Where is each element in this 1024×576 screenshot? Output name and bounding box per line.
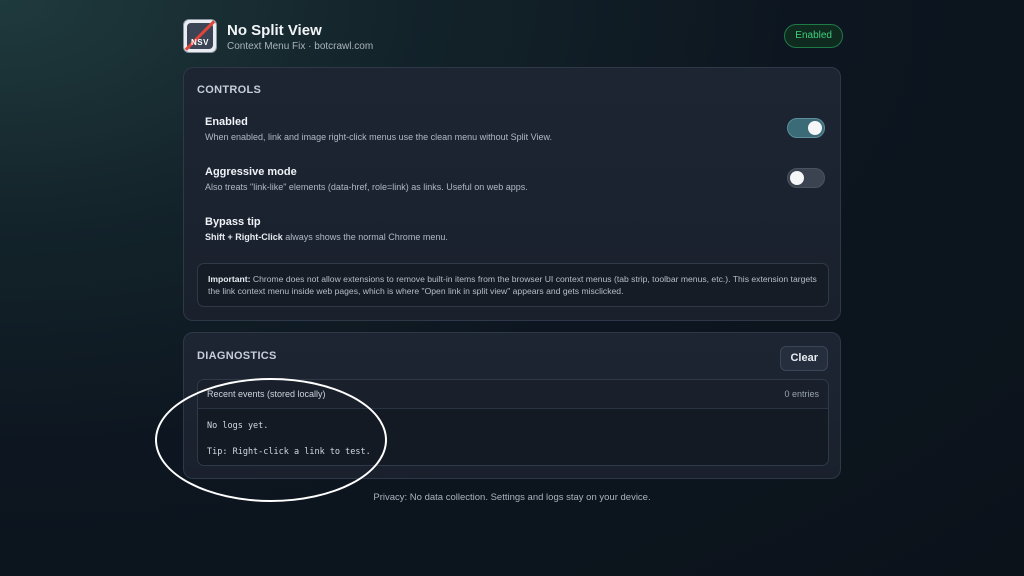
bypass-shortcut: Shift + Right-Click bbox=[205, 232, 283, 242]
diagnostics-card: DIAGNOSTICS Clear Recent events (stored … bbox=[183, 332, 841, 479]
log-panel: Recent events (stored locally) 0 entries… bbox=[197, 379, 829, 466]
diagnostics-section-title: DIAGNOSTICS bbox=[197, 350, 277, 362]
notice-text: Chrome does not allow extensions to remo… bbox=[208, 274, 817, 296]
log-panel-header: Recent events (stored locally) 0 entries bbox=[198, 380, 828, 409]
logo-text: NSV bbox=[191, 38, 209, 47]
enabled-setting-row: Enabled When enabled, link and image rig… bbox=[205, 116, 825, 142]
log-panel-title: Recent events (stored locally) bbox=[207, 389, 326, 399]
aggressive-mode-row: Aggressive mode Also treats "link-like" … bbox=[205, 166, 825, 192]
enabled-toggle[interactable] bbox=[787, 118, 825, 138]
log-output: No logs yet. Tip: Right-click a link to … bbox=[207, 420, 371, 459]
extension-options-page: NSV No Split View Context Menu Fix · bot… bbox=[0, 0, 1024, 576]
bypass-tip-text: always shows the normal Chrome menu. bbox=[282, 232, 448, 242]
clear-logs-button[interactable]: Clear bbox=[780, 346, 828, 371]
toggle-knob bbox=[808, 121, 822, 135]
bypass-tip-description: Shift + Right-Click always shows the nor… bbox=[205, 232, 825, 242]
app-title: No Split View bbox=[227, 22, 322, 39]
bypass-tip-row: Bypass tip Shift + Right-Click always sh… bbox=[205, 216, 825, 242]
page-header: NSV No Split View Context Menu Fix · bot… bbox=[183, 19, 843, 59]
privacy-note: Privacy: No data collection. Settings an… bbox=[373, 492, 651, 503]
important-notice: Important: Chrome does not allow extensi… bbox=[197, 263, 829, 307]
app-subtitle: Context Menu Fix · botcrawl.com bbox=[227, 41, 374, 52]
status-badge: Enabled bbox=[784, 24, 843, 48]
log-entries-count: 0 entries bbox=[784, 389, 819, 399]
notice-label: Important: bbox=[208, 274, 251, 284]
bypass-tip-title: Bypass tip bbox=[205, 216, 261, 228]
enabled-setting-title: Enabled bbox=[205, 116, 248, 128]
app-logo: NSV bbox=[183, 19, 217, 53]
controls-section-title: CONTROLS bbox=[197, 84, 262, 96]
aggressive-mode-title: Aggressive mode bbox=[205, 166, 297, 178]
log-line: Tip: Right-click a link to test. bbox=[207, 447, 371, 457]
log-line: No logs yet. bbox=[207, 421, 269, 431]
toggle-knob bbox=[790, 171, 804, 185]
aggressive-mode-description: Also treats "link-like" elements (data-h… bbox=[205, 182, 528, 192]
aggressive-mode-toggle[interactable] bbox=[787, 168, 825, 188]
controls-card: CONTROLS Enabled When enabled, link and … bbox=[183, 67, 841, 321]
enabled-setting-description: When enabled, link and image right-click… bbox=[205, 132, 553, 142]
